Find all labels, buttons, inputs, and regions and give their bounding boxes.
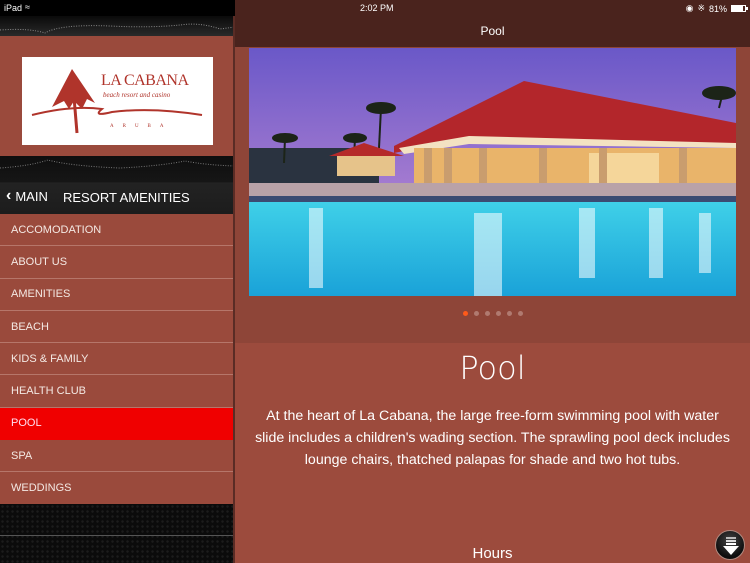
- menu-item-label: ACCOMODATION: [11, 223, 102, 236]
- menu-item-label: BEACH: [11, 320, 49, 333]
- sidebar-footer-pattern: [0, 504, 235, 563]
- sidebar-item-health-club[interactable]: HEALTH CLUB: [0, 375, 235, 408]
- pool-photo[interactable]: [249, 48, 736, 296]
- logo-area: LA CABANA beach resort and casino ARUBA: [0, 36, 235, 156]
- page-dot-4[interactable]: [495, 311, 501, 316]
- back-label: MAIN: [15, 189, 48, 204]
- menu-item-label: KIDS & FAMILY: [11, 352, 89, 365]
- sidebar-item-amenities[interactable]: AMENITIES: [0, 278, 235, 311]
- photo-gallery[interactable]: [235, 47, 750, 343]
- page-title: Pool: [480, 24, 505, 38]
- sidebar: LA CABANA beach resort and casino ARUBA …: [0, 0, 235, 563]
- sidebar-nav-header: ‹ MAIN RESORT AMENITIES: [0, 156, 235, 214]
- divider: [0, 535, 235, 536]
- back-to-main-button[interactable]: ‹ MAIN: [6, 186, 48, 204]
- menu-item-label: WEDDINGS: [11, 482, 72, 495]
- sidebar-item-beach[interactable]: BEACH: [0, 310, 235, 344]
- hours-heading: Hours: [472, 545, 513, 562]
- sidebar-decorative-band: [0, 16, 235, 36]
- sidebar-item-weddings[interactable]: WEDDINGS: [0, 472, 235, 505]
- sidebar-item-about-us[interactable]: ABOUT US: [0, 246, 235, 279]
- logo-location: ARUBA: [110, 124, 173, 129]
- logo-name: LA CABANA: [101, 72, 189, 89]
- menu-item-label: AMENITIES: [11, 288, 71, 301]
- menu-item-label: HEALTH CLUB: [11, 385, 86, 398]
- battery-icon: [731, 5, 748, 12]
- page-dot-2[interactable]: [473, 311, 479, 316]
- sidebar-item-pool[interactable]: POOL: [0, 407, 235, 441]
- amenity-description: At the heart of La Cabana, the large fre…: [255, 408, 730, 468]
- status-bar: iPad ≈ 2:02 PM ◉ ※ 81%: [0, 0, 750, 16]
- bluetooth-icon: ※: [697, 3, 705, 13]
- main-header: Pool: [235, 16, 750, 47]
- sidebar-item-kids-family[interactable]: KIDS & FAMILY: [0, 343, 235, 376]
- page-dot-3[interactable]: [484, 311, 490, 316]
- amenity-title: Pool: [459, 349, 526, 387]
- chevron-left-icon: ‹: [6, 186, 12, 204]
- amenity-details: Pool At the heart of La Cabana, the larg…: [235, 343, 750, 563]
- amenities-menu: ACCOMODATION ABOUT US AMENITIES BEACH KI…: [0, 214, 235, 505]
- la-cabana-logo: LA CABANA beach resort and casino ARUBA: [22, 57, 213, 145]
- device-name: iPad: [4, 3, 23, 13]
- logo-tagline: beach resort and casino: [103, 91, 171, 99]
- main-content: Pool Pool At the heart of La Cabana, the…: [235, 0, 750, 563]
- page-dot-1[interactable]: [462, 311, 468, 316]
- clock: 2:02 PM: [360, 3, 394, 13]
- page-dot-6[interactable]: [517, 311, 523, 316]
- wifi-icon: ≈: [25, 2, 30, 12]
- battery-percent: 81%: [708, 3, 727, 14]
- gallery-page-indicator: [235, 311, 750, 316]
- palapa-logo-icon: [31, 69, 203, 134]
- menu-item-label: SPA: [11, 449, 33, 462]
- scroll-down-button[interactable]: [715, 530, 745, 560]
- sidebar-item-spa[interactable]: SPA: [0, 440, 235, 473]
- menu-item-label: ABOUT US: [11, 255, 68, 268]
- sidebar-item-accomodation[interactable]: ACCOMODATION: [0, 214, 235, 247]
- sidebar-section-title: RESORT AMENITIES: [63, 190, 190, 205]
- menu-item-label: POOL: [11, 417, 42, 430]
- orientation-lock-icon: ◉: [685, 3, 694, 13]
- page-dot-5[interactable]: [506, 311, 512, 316]
- arrow-down-icon: [723, 537, 739, 555]
